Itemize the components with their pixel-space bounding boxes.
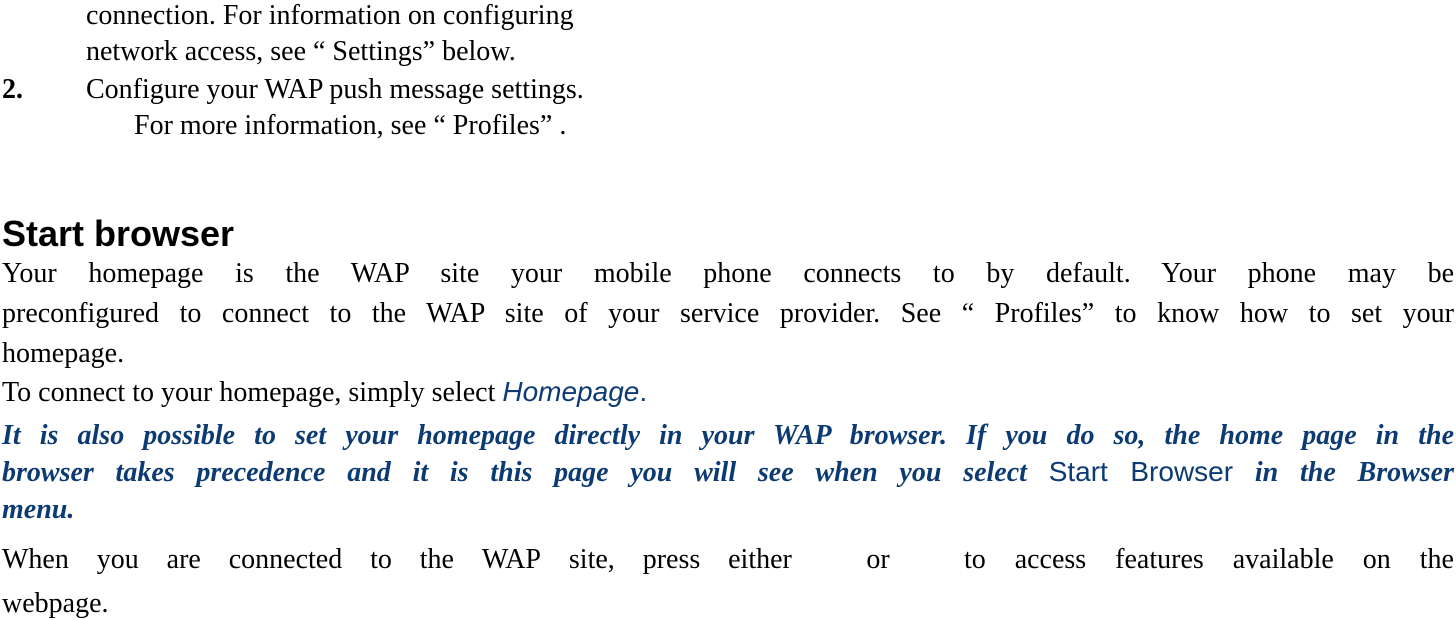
word: the — [419, 544, 454, 575]
list-text: connection. For information on configuri… — [86, 0, 574, 31]
word: either — [728, 544, 792, 575]
word: to — [370, 544, 392, 575]
word: are — [166, 544, 201, 575]
paragraph-text: or — [866, 544, 890, 575]
paragraph-line: When you are connected to the WAP site, press eit… — [2, 544, 1454, 576]
right-softkey-icon — [895, 544, 959, 576]
word: When — [2, 544, 69, 575]
word: site, — [568, 544, 615, 575]
paragraph-line: homepage. — [2, 338, 125, 369]
paragraph-line: preconfigured to connect to the WAP site… — [2, 298, 1454, 329]
note-line: It is also possible to set your homepage… — [2, 420, 1454, 451]
word: connected — [228, 544, 343, 575]
note-line: menu. — [2, 494, 75, 525]
menu-item-reference-homepage: Homepage — [502, 376, 640, 407]
left-softkey-icon — [797, 544, 861, 576]
word: WAP — [481, 544, 542, 575]
paragraph-connect: To connect to your homepage, simply sele… — [2, 376, 1456, 409]
section-title: Start browser — [2, 213, 235, 254]
word: you — [96, 544, 139, 575]
note-line: browser takes precedence and it is this … — [2, 456, 1454, 489]
paragraph-text: When you are connected to the WAP site, press eit… — [2, 544, 792, 576]
list-text: For more information, see “ Profiles” . — [134, 110, 567, 141]
paragraph-line: webpage. — [2, 588, 109, 619]
list-text: network access, see “ Settings” below. — [86, 36, 516, 67]
paragraph-text: To connect to your homepage, simply sele… — [2, 377, 503, 408]
note-text: in the Browser — [1233, 457, 1454, 488]
paragraph-text: to access features available on the — [963, 544, 1454, 575]
note-text: browser takes precedence and it is this … — [2, 457, 1049, 488]
word: press — [642, 544, 701, 575]
list-number: 2. — [2, 74, 23, 105]
paragraph-period: . — [639, 376, 648, 407]
list-text: Configure your WAP push message settings… — [86, 74, 584, 105]
menu-item-reference-start-browser: Start Browser — [1048, 456, 1234, 487]
paragraph-line: Your homepage is the WAP site your mobil… — [2, 258, 1454, 289]
